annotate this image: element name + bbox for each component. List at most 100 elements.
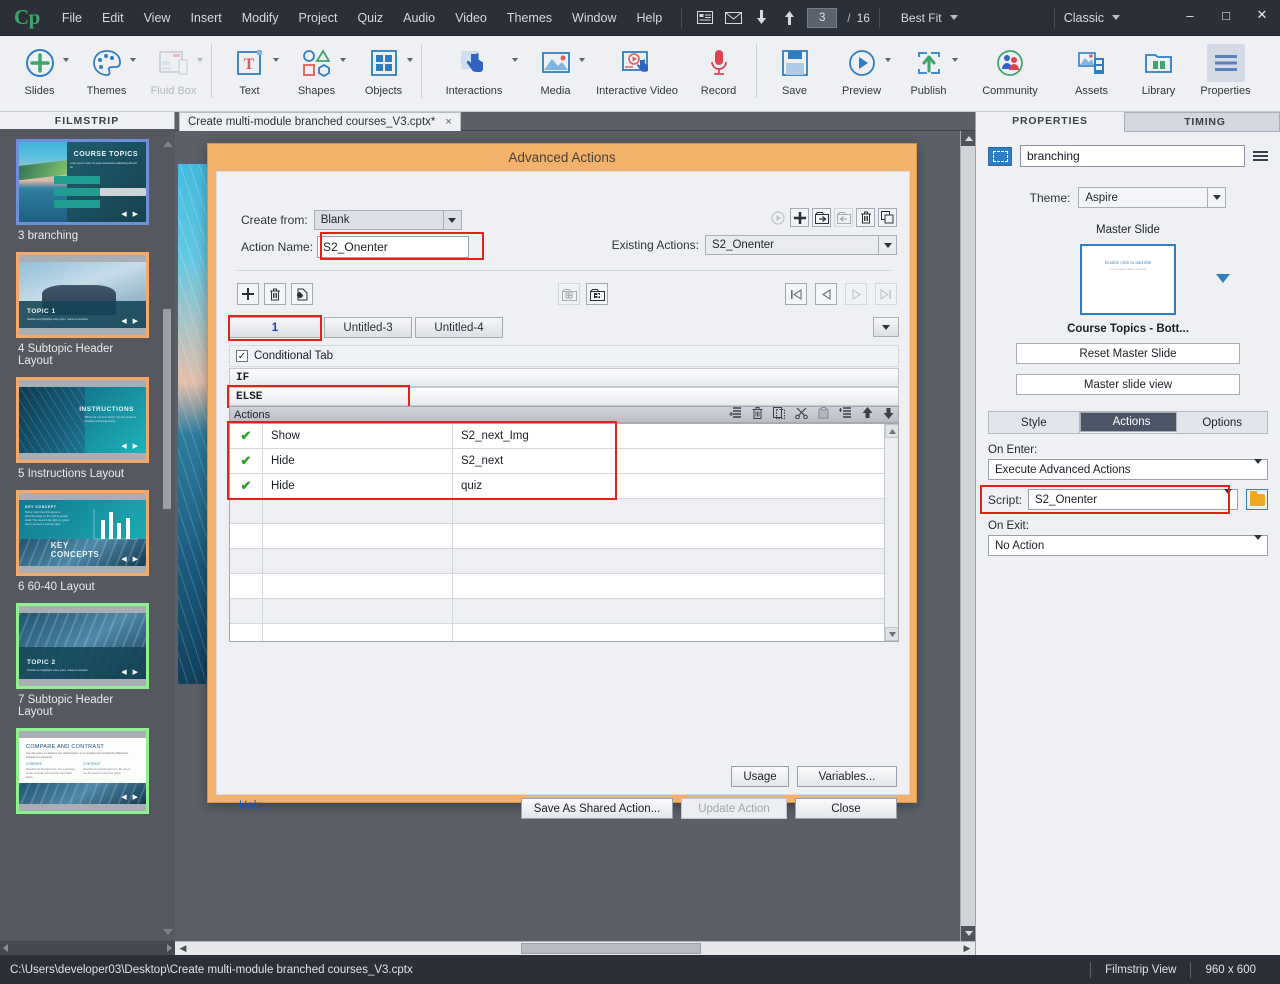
chevron-down-icon[interactable]: [130, 58, 136, 62]
tab-properties[interactable]: PROPERTIES: [976, 112, 1124, 129]
chevron-down-icon[interactable]: [885, 58, 891, 62]
table-row[interactable]: [230, 524, 898, 549]
ribbon-objects[interactable]: Objects: [350, 36, 417, 112]
delete-action-row-icon[interactable]: [752, 407, 763, 422]
ribbon-properties[interactable]: Properties: [1192, 36, 1259, 112]
chevron-down-icon[interactable]: [1254, 458, 1262, 476]
ribbon-slides[interactable]: Slides: [6, 36, 73, 112]
list-item[interactable]: INSTRUCTIONS "Where do I go from here?" …: [16, 377, 149, 480]
scroll-down-icon[interactable]: [885, 627, 898, 641]
close-button[interactable]: ✕: [1244, 0, 1280, 30]
master-slide-view-button[interactable]: Master slide view: [1016, 374, 1240, 395]
ribbon-fluid-box[interactable]: Fluid Box: [140, 36, 207, 112]
scroll-left-icon[interactable]: [3, 944, 8, 952]
usage-button[interactable]: Usage: [731, 766, 789, 787]
scroll-down-icon[interactable]: [961, 926, 975, 941]
export-tab-icon[interactable]: [586, 283, 608, 305]
insert-action-row-icon[interactable]: [839, 407, 852, 422]
table-row[interactable]: ✔ Hide S2_next: [230, 449, 898, 474]
ribbon-record[interactable]: Record: [685, 36, 752, 112]
slide-thumbnail[interactable]: INSTRUCTIONS "Where do I go from here?" …: [16, 377, 149, 463]
scroll-left-icon[interactable]: ◀: [175, 942, 191, 955]
scrollbar-thumb[interactable]: [163, 309, 171, 509]
previous-slide-icon[interactable]: [750, 7, 772, 29]
table-row[interactable]: [230, 624, 898, 641]
menu-help[interactable]: Help: [627, 5, 673, 31]
theme-select[interactable]: Aspire: [1078, 187, 1227, 208]
stage-hscrollbar[interactable]: ◀ ▶: [175, 941, 975, 955]
stage-vscrollbar[interactable]: [960, 131, 975, 941]
chevron-down-icon[interactable]: [579, 58, 585, 62]
slide-notes-icon[interactable]: [694, 7, 716, 29]
tab-untitled-3[interactable]: Untitled-3: [324, 317, 412, 338]
save-as-shared-action-button[interactable]: Save As Shared Action...: [521, 798, 673, 819]
tab-overflow-icon[interactable]: [873, 317, 899, 337]
add-tab-icon[interactable]: [237, 283, 259, 305]
copy-action-icon[interactable]: [878, 208, 897, 227]
menu-insert[interactable]: Insert: [180, 5, 231, 31]
maximize-button[interactable]: □: [1208, 0, 1244, 30]
slide-thumbnail[interactable]: KEY CONCEPT Tell us more! Use this space…: [16, 490, 149, 576]
create-from-select[interactable]: Blank: [313, 210, 462, 230]
paste-action-row-icon[interactable]: [818, 407, 829, 422]
delete-action-icon[interactable]: [856, 208, 875, 227]
table-row[interactable]: [230, 599, 898, 624]
row-enabled-check[interactable]: ✔: [230, 424, 263, 448]
chevron-down-icon[interactable]: [63, 58, 69, 62]
filmstrip-hscrollbar[interactable]: [0, 941, 175, 955]
filmstrip-panel[interactable]: COURSE TOPICS Lorem ipsum dolor sit amet…: [0, 129, 175, 955]
email-icon[interactable]: [722, 7, 744, 29]
chevron-down-icon[interactable]: [273, 58, 279, 62]
menu-modify[interactable]: Modify: [232, 5, 289, 31]
menu-audio[interactable]: Audio: [393, 5, 445, 31]
row-enabled-check[interactable]: ✔: [230, 474, 263, 498]
chevron-down-icon[interactable]: [1207, 188, 1225, 207]
chevron-down-icon[interactable]: [442, 211, 461, 229]
duplicate-tab-icon[interactable]: [291, 283, 313, 305]
move-up-icon[interactable]: [862, 407, 873, 422]
reset-master-slide-button[interactable]: Reset Master Slide: [1016, 343, 1240, 364]
menu-window[interactable]: Window: [562, 5, 626, 31]
on-exit-select[interactable]: No Action: [988, 534, 1268, 556]
table-row[interactable]: ✔ Show S2_next_Img: [230, 424, 898, 449]
preview-action-icon[interactable]: [768, 208, 787, 227]
minimize-button[interactable]: –: [1172, 0, 1208, 30]
current-slide-input[interactable]: 3: [807, 7, 838, 28]
ribbon-shapes[interactable]: Shapes: [283, 36, 350, 112]
grid-scrollbar[interactable]: [884, 424, 898, 641]
scroll-up-icon[interactable]: [885, 424, 898, 438]
chevron-down-icon[interactable]: [1224, 488, 1232, 506]
tab-options[interactable]: Options: [1177, 412, 1268, 433]
delete-tab-icon[interactable]: [264, 283, 286, 305]
close-button[interactable]: Close: [795, 798, 897, 819]
row-target[interactable]: quiz: [453, 474, 898, 498]
ribbon-interactions[interactable]: Interactions: [426, 36, 522, 112]
row-target[interactable]: S2_next: [453, 449, 898, 473]
tab-untitled-4[interactable]: Untitled-4: [415, 317, 503, 338]
chevron-down-icon[interactable]: [512, 58, 518, 62]
filmstrip-scrollbar[interactable]: [163, 139, 171, 955]
cut-action-row-icon[interactable]: [795, 407, 808, 422]
chevron-down-icon[interactable]: [340, 58, 346, 62]
menu-project[interactable]: Project: [289, 5, 348, 31]
add-action-row-icon[interactable]: [729, 407, 742, 422]
table-row[interactable]: [230, 549, 898, 574]
ribbon-media[interactable]: Media: [522, 36, 589, 112]
variables-button[interactable]: Variables...: [797, 766, 897, 787]
conditional-tab-row[interactable]: ✓ Conditional Tab: [229, 345, 899, 367]
ribbon-themes[interactable]: Themes: [73, 36, 140, 112]
slide-name-input[interactable]: branching: [1020, 145, 1245, 167]
scroll-track[interactable]: [191, 942, 959, 955]
list-item[interactable]: KEY CONCEPT Tell us more! Use this space…: [16, 490, 149, 593]
zoom-level-label[interactable]: Best Fit: [901, 11, 942, 25]
table-row[interactable]: [230, 499, 898, 524]
document-tab[interactable]: Create multi-module branched courses_V3.…: [179, 112, 461, 131]
script-select[interactable]: S2_Onenter: [1028, 488, 1238, 510]
advanced-actions-dialog[interactable]: Advanced Actions Create from: Blank Acti…: [207, 143, 917, 819]
menu-video[interactable]: Video: [445, 5, 497, 31]
menu-edit[interactable]: Edit: [92, 5, 134, 31]
slide-thumbnail[interactable]: TOPIC 2 Subtitle text highlights a key p…: [16, 603, 149, 689]
tab-style[interactable]: Style: [989, 412, 1080, 433]
actions-grid[interactable]: ✔ Show S2_next_Img ✔ Hide S2_next ✔ Hide…: [229, 423, 899, 642]
help-link[interactable]: Help...: [239, 800, 272, 812]
